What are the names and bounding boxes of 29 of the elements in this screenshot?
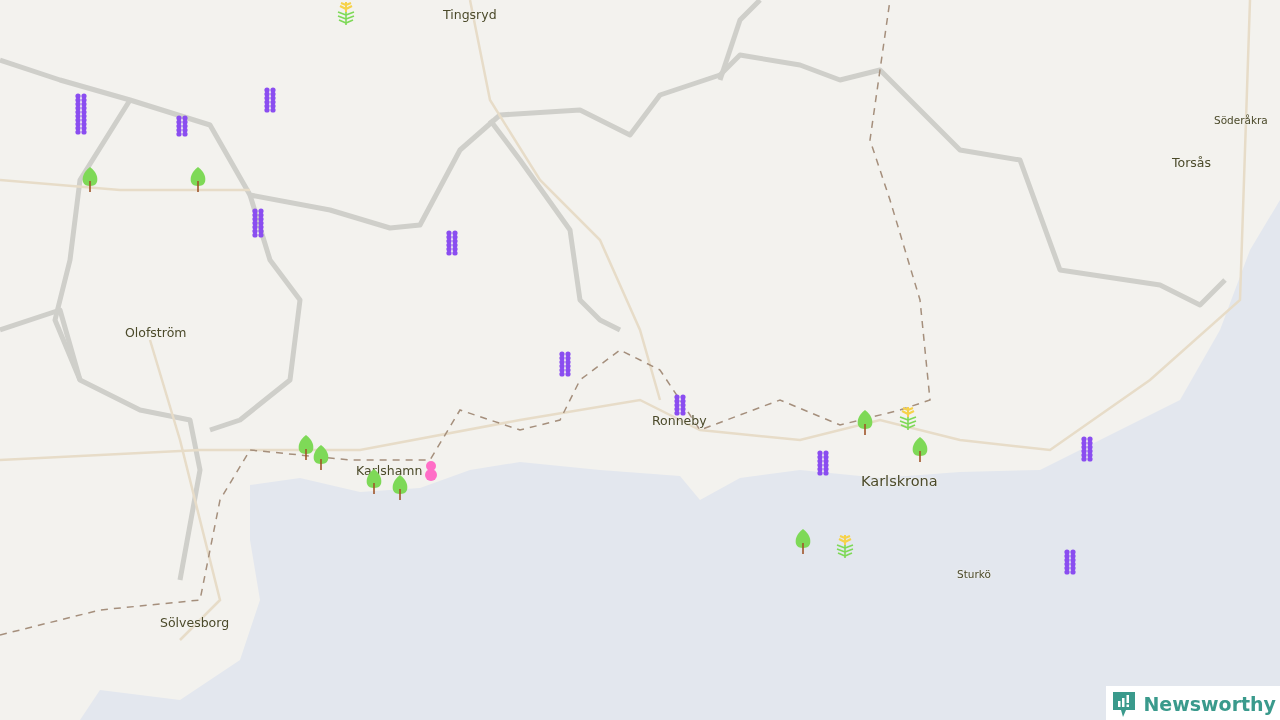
flower-spike-icon[interactable]	[175, 115, 189, 137]
tree-icon[interactable]	[857, 409, 873, 435]
flower-spike-icon[interactable]	[74, 93, 88, 135]
place-label: Torsås	[1172, 155, 1211, 170]
tree-icon[interactable]	[392, 474, 408, 500]
tree-icon[interactable]	[190, 166, 206, 192]
place-label: Karlskrona	[861, 473, 938, 489]
flower-spike-icon[interactable]	[1063, 549, 1077, 575]
tree-icon[interactable]	[912, 436, 928, 462]
flower-spike-icon[interactable]	[673, 394, 687, 416]
tree-icon[interactable]	[313, 444, 329, 470]
tree-icon[interactable]	[298, 434, 314, 460]
flower-spike-icon[interactable]	[816, 450, 830, 476]
place-label: Olofström	[125, 325, 187, 340]
place-label: Tingsryd	[443, 7, 497, 22]
logo-text: Newsworthy	[1143, 693, 1276, 715]
tree-icon[interactable]	[82, 166, 98, 192]
tree-icon[interactable]	[795, 528, 811, 554]
chart-bubble-icon	[1111, 690, 1138, 718]
flower-spike-icon[interactable]	[263, 87, 277, 113]
flower-spike-icon[interactable]	[251, 208, 265, 238]
place-label: Sölvesborg	[160, 615, 230, 630]
place-label: Sturkö	[957, 568, 991, 580]
flower-spike-icon[interactable]	[1080, 436, 1094, 462]
flower-spike-icon[interactable]	[445, 230, 459, 256]
place-label: Söderåkra	[1214, 114, 1268, 126]
blossom-icon[interactable]	[424, 460, 438, 482]
flower-spike-icon[interactable]	[558, 351, 572, 377]
place-label: Ronneby	[652, 413, 707, 428]
